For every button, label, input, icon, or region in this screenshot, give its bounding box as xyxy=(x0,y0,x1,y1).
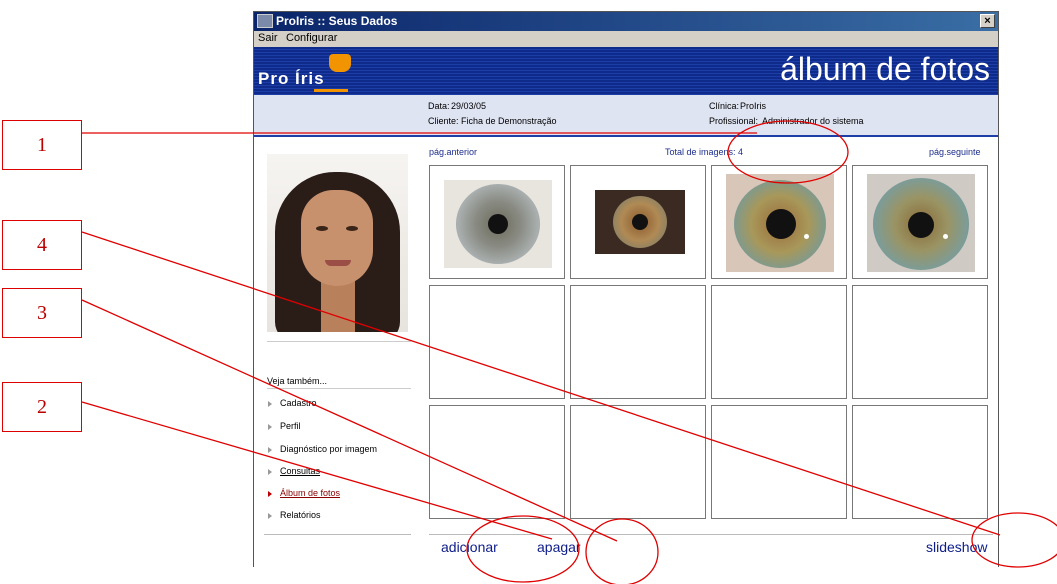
photo-slot-empty[interactable] xyxy=(852,285,988,399)
date-value: 29/03/05 xyxy=(451,101,487,111)
next-page-link[interactable]: pág.seguinte xyxy=(929,147,981,157)
sidebar-bottom-divider xyxy=(264,534,411,535)
iris-image xyxy=(867,174,975,272)
clinic-label: Clínica: xyxy=(709,101,740,111)
patient-photo xyxy=(267,154,408,332)
professional-value: Administrador do sistema xyxy=(762,116,864,126)
close-button[interactable]: × xyxy=(980,14,995,28)
menu-item-configurar[interactable]: Configurar xyxy=(286,32,337,44)
iris-image xyxy=(444,180,552,268)
menu-item-sair[interactable]: Sair xyxy=(258,32,278,44)
client-value: Ficha de Demonstração xyxy=(461,116,557,126)
delete-button[interactable]: apagar xyxy=(537,539,581,555)
logo-underline xyxy=(314,89,348,92)
slideshow-button[interactable]: slideshow xyxy=(926,539,987,555)
sidebar-item-cadastro[interactable]: Cadastro xyxy=(268,398,317,408)
annotation-label-1: 1 xyxy=(2,120,82,170)
actions-divider xyxy=(429,534,993,535)
photo-slot-empty[interactable] xyxy=(570,285,706,399)
photo-slot-empty[interactable] xyxy=(711,285,847,399)
arrow-icon xyxy=(268,512,272,519)
photo-thumbnail[interactable] xyxy=(570,165,706,279)
patient-info-bar: Data: 29/03/05 Cliente: Ficha de Demonst… xyxy=(254,95,998,135)
total-images-label: Total de imagens: 4 xyxy=(665,147,744,157)
arrow-icon xyxy=(268,400,272,407)
annotation-label-3: 3 xyxy=(2,288,82,338)
photo-slot-empty[interactable] xyxy=(711,405,847,519)
professional-label: Profissional: xyxy=(709,116,759,126)
see-also-heading: Veja também... xyxy=(267,376,328,386)
sidebar-item-perfil[interactable]: Perfil xyxy=(268,421,301,431)
photo-thumbnail[interactable] xyxy=(711,165,847,279)
sidebar-divider xyxy=(267,388,411,389)
arrow-icon xyxy=(268,490,272,497)
page-title: álbum de fotos xyxy=(780,51,990,87)
title-bar: ProIris :: Seus Dados × xyxy=(254,12,998,31)
client-label: Cliente: xyxy=(428,116,459,126)
menu-bar: Sair Configurar xyxy=(254,31,998,47)
arrow-icon xyxy=(268,423,272,430)
iris-image xyxy=(726,174,834,272)
photo-slot-empty[interactable] xyxy=(852,405,988,519)
photo-thumbnail[interactable] xyxy=(852,165,988,279)
photo-slot-empty[interactable] xyxy=(429,405,565,519)
add-button[interactable]: adicionar xyxy=(441,539,498,555)
sidebar-item-consultas[interactable]: Consultas xyxy=(268,466,320,476)
annotation-label-2: 2 xyxy=(2,382,82,432)
photo-slot-empty[interactable] xyxy=(429,285,565,399)
sidebar-item-diagnostico[interactable]: Diagnóstico por imagem xyxy=(268,444,377,454)
sidebar-item-relatorios[interactable]: Relatórios xyxy=(268,510,321,520)
arrow-icon xyxy=(268,468,272,475)
clinic-value: ProIris xyxy=(740,101,767,111)
sidebar-item-album[interactable]: Álbum de fotos xyxy=(268,488,340,498)
logo: Pro Íris xyxy=(258,69,325,88)
window-title: ProIris :: Seus Dados xyxy=(276,14,398,28)
iris-image xyxy=(595,190,685,254)
prev-page-link[interactable]: pág.anterior xyxy=(429,147,477,157)
photo-slot-empty[interactable] xyxy=(570,405,706,519)
photo-thumbnail[interactable] xyxy=(429,165,565,279)
date-label: Data: xyxy=(428,101,450,111)
header-banner: Pro Íris álbum de fotos xyxy=(254,47,998,95)
app-window: ProIris :: Seus Dados × Sair Configurar … xyxy=(253,11,999,567)
sidebar-divider xyxy=(267,341,411,342)
app-icon xyxy=(257,14,273,28)
main-content: Veja também... Cadastro Perfil Diagnósti… xyxy=(254,137,998,567)
annotation-label-4: 4 xyxy=(2,220,82,270)
arrow-icon xyxy=(268,446,272,453)
logo-mark-icon xyxy=(329,54,351,72)
